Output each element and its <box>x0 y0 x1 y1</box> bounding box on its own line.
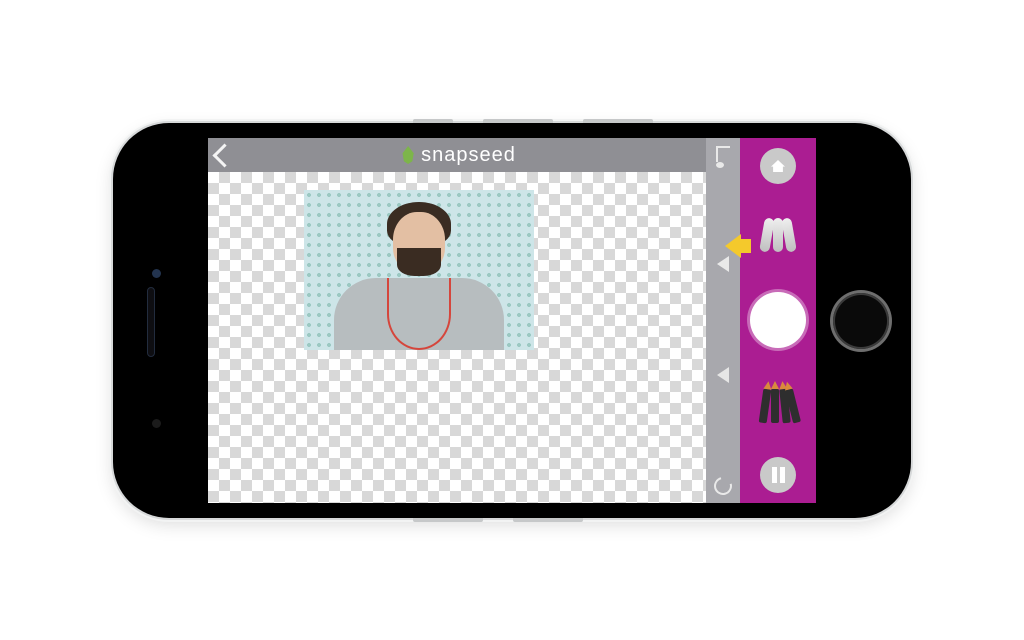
brush-tool[interactable] <box>758 218 798 258</box>
primary-dock <box>740 138 816 503</box>
nav-prev-icon[interactable] <box>717 256 729 272</box>
pencils-tool[interactable] <box>757 381 799 423</box>
title-bar: snapseed <box>208 138 706 172</box>
earpiece-speaker <box>147 287 155 357</box>
phone-frame: snapseed <box>113 123 911 518</box>
device-screen: snapseed <box>208 138 816 503</box>
music-icon[interactable] <box>716 146 730 162</box>
canvas-area[interactable] <box>208 172 706 503</box>
active-tool-pointer-icon <box>725 234 741 258</box>
proximity-sensor <box>152 269 161 278</box>
loop-icon[interactable] <box>711 474 736 499</box>
secondary-tool-strip <box>706 138 740 503</box>
hardware-home-button[interactable] <box>833 293 889 349</box>
transparency-canvas[interactable] <box>208 172 706 503</box>
front-camera <box>152 419 161 428</box>
nav-next-icon[interactable] <box>717 367 729 383</box>
snapseed-logo-icon <box>401 146 415 164</box>
photo-subject <box>304 190 534 350</box>
edited-photo[interactable] <box>304 190 534 350</box>
snapseed-app: snapseed <box>208 138 706 503</box>
pause-button[interactable] <box>760 457 796 493</box>
shutter-button[interactable] <box>750 292 806 348</box>
app-title: snapseed <box>421 144 516 167</box>
app-brand: snapseed <box>219 144 698 167</box>
home-button[interactable] <box>760 148 796 184</box>
